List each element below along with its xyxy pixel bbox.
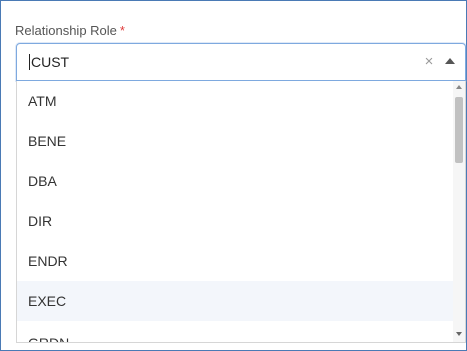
option-label: GRDN	[28, 335, 70, 343]
chevron-up-icon[interactable]	[445, 58, 455, 64]
selected-value[interactable]: CUST	[29, 54, 69, 70]
option-endr[interactable]: ENDR	[17, 241, 453, 281]
option-label: DIR	[28, 213, 53, 229]
option-label: DBA	[28, 173, 57, 189]
close-icon[interactable]: ×	[422, 51, 436, 73]
dropdown-scrollbar[interactable]	[453, 81, 465, 342]
relationship-role-label-text: Relationship Role	[15, 23, 117, 38]
option-label: BENE	[28, 133, 67, 149]
scrollbar-thumb[interactable]	[455, 97, 463, 163]
relationship-role-select[interactable]: CUST ×	[16, 43, 466, 81]
scroll-down-arrow-icon[interactable]	[456, 332, 462, 336]
option-exec[interactable]: EXEC	[17, 281, 453, 321]
form-frame: Relationship Role * CUST × ATM BENE DBA D…	[0, 0, 467, 351]
option-dba[interactable]: DBA	[17, 161, 453, 201]
required-asterisk: *	[119, 23, 125, 38]
option-dir[interactable]: DIR	[17, 201, 453, 241]
option-label: ENDR	[28, 253, 68, 269]
scroll-up-arrow-icon[interactable]	[456, 85, 462, 89]
options-dropdown: ATM BENE DBA DIR ENDR EXEC GRDN	[16, 81, 466, 343]
option-label: ATM	[28, 93, 57, 109]
option-label: EXEC	[28, 293, 67, 309]
option-atm[interactable]: ATM	[17, 81, 453, 121]
option-bene[interactable]: BENE	[17, 121, 453, 161]
option-grdn[interactable]: GRDN	[17, 323, 453, 343]
relationship-role-label: Relationship Role *	[15, 23, 125, 38]
